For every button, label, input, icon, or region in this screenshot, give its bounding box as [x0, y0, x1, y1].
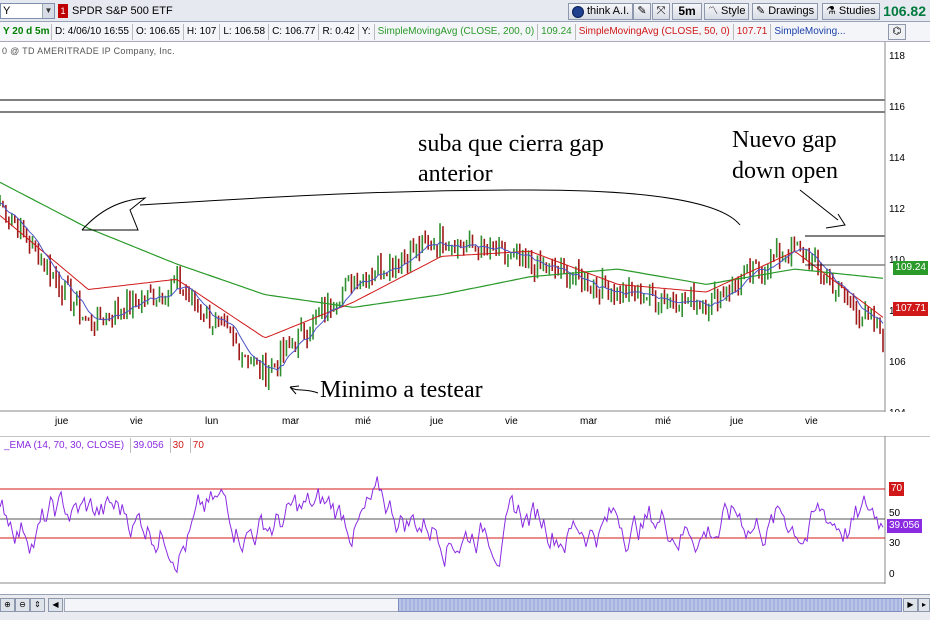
price-axis-tick: 118 [889, 51, 905, 62]
crosshair-tool-button[interactable]: ⤧ [652, 3, 670, 20]
sma50-price-badge: 107.71 [893, 302, 928, 316]
gap-close-arc [139, 189, 741, 226]
time-axis-tick: vie [505, 416, 518, 427]
symbol-dropdown-button[interactable]: ▼ [42, 4, 54, 18]
time-axis: jue vie lun mar mié jue vie mar mié jue vie [0, 412, 885, 434]
annotation-new-gap-1: Nuevo gap [732, 127, 837, 153]
rsi-axis-0: 0 [889, 569, 895, 580]
drawings-label: Drawings [768, 5, 815, 17]
fast-ma-line [0, 202, 884, 371]
rsi-axis-50: 50 [889, 508, 901, 519]
drawings-button[interactable]: ✎ Drawings [752, 3, 819, 20]
bar-low: L: 106.58 [220, 23, 270, 40]
last-price: 106.82 [883, 3, 926, 19]
time-axis-tick: vie [130, 416, 143, 427]
symbol-text: Y [3, 5, 11, 17]
rsi-axis-30: 30 [889, 538, 901, 549]
timeframe-label: 5m [678, 4, 696, 18]
annotation-gap-close-1: suba que cierra gap [418, 131, 604, 157]
price-axis-tick: 104 [889, 408, 906, 412]
scroll-right-button[interactable]: ▶ [903, 598, 918, 612]
sma50-label[interactable]: SimpleMovingAvg (CLOSE, 50, 0) [576, 23, 734, 40]
bar-close: C: 106.77 [269, 23, 320, 40]
price-axis: 118116114112110108106104 [889, 51, 906, 412]
scroll-thumb[interactable] [398, 598, 902, 612]
sma200-label[interactable]: SimpleMovingAvg (CLOSE, 200, 0) [375, 23, 539, 40]
sma200-price-badge: 109.24 [893, 261, 928, 275]
pencil-icon: ✎ [756, 5, 766, 17]
rsi-line [0, 476, 884, 574]
time-axis-tick: jue [730, 416, 744, 427]
sma200-value: 109.24 [538, 23, 576, 40]
time-axis-tick: jue [430, 416, 444, 427]
pencil-icon: ✎ [637, 5, 647, 17]
line-chart-icon: 〽 [708, 6, 718, 17]
zoom-in-button[interactable]: ⊕ [0, 598, 15, 612]
time-axis-tick: jue [55, 416, 69, 427]
bar-open: O: 106.65 [133, 23, 184, 40]
security-name: SPDR S&P 500 ETF [72, 5, 173, 17]
price-axis-tick: 106 [889, 357, 906, 368]
zoom-out-button[interactable]: ⊖ [15, 598, 30, 612]
timeframe-button[interactable]: 5m [672, 3, 702, 20]
period-label[interactable]: Y 20 d 5m [0, 23, 52, 40]
crosshair-icon: ⤧ [656, 5, 666, 17]
price-chart[interactable]: 118116114112110108106104 [0, 42, 930, 412]
minimum-arrow [289, 385, 319, 395]
time-axis-tick: mar [282, 416, 300, 427]
time-axis-tick: lun [205, 416, 219, 427]
annotation-new-gap-2: down open [732, 158, 838, 184]
time-axis-tick: mar [580, 416, 598, 427]
annotation-gap-close-2: anterior [418, 161, 493, 187]
think-ai-label: think A.I. [587, 5, 630, 17]
rsi-value-badge: 39.056 [887, 519, 922, 533]
chart-scrollbar: ⊕ ⊖ ⇕ ◀ ▶ ▸ [0, 594, 930, 620]
drag-zoom-button[interactable]: ⇕ [30, 598, 45, 612]
price-axis-tick: 112 [889, 204, 905, 215]
chart-settings-icon[interactable]: ⌬ [888, 24, 906, 40]
chart-info-row: Y 20 d 5m D: 4/06/10 16:55 O: 106.65 H: … [0, 22, 930, 42]
annotation-minimum: Minimo a testear [320, 377, 483, 403]
price-axis-tick: 114 [889, 153, 905, 164]
rsi-chart[interactable] [0, 436, 930, 584]
thinkorswim-chart-window: Y ▼ 1 SPDR S&P 500 ETF think A.I. ✎ ⤧ 5m… [0, 0, 930, 620]
think-ai-icon [572, 5, 584, 18]
gap-close-arrow [81, 197, 147, 231]
sma50-value: 107.71 [734, 23, 772, 40]
scroll-left-button[interactable]: ◀ [48, 598, 63, 612]
studies-icon: ⚗ [826, 5, 836, 17]
time-axis-tick: mié [355, 416, 372, 427]
sma-more-label[interactable]: SimpleMoving... [771, 24, 848, 40]
time-axis-tick: mié [655, 416, 672, 427]
price-axis-tick: 116 [889, 102, 905, 113]
studies-label: Studies [838, 5, 876, 17]
style-button[interactable]: 〽 Style [704, 3, 750, 20]
sma200-line [0, 181, 884, 308]
chart-toolbar: Y ▼ 1 SPDR S&P 500 ETF think A.I. ✎ ⤧ 5m… [0, 0, 930, 22]
studies-button[interactable]: ⚗ Studies [822, 3, 880, 20]
think-ai-button[interactable]: think A.I. [568, 3, 634, 20]
bar-range: R: 0.42 [319, 23, 359, 40]
link-badge[interactable]: 1 [58, 4, 68, 18]
bar-high: H: 107 [184, 23, 221, 40]
bar-date: D: 4/06/10 16:55 [52, 23, 133, 40]
new-gap-arrow [799, 189, 846, 229]
expand-button[interactable]: ▸ [918, 598, 930, 612]
rsi-axis-70: 70 [889, 482, 905, 496]
style-label: Style [721, 5, 746, 17]
drawing-tool-button[interactable]: ✎ [633, 3, 651, 20]
y-label: Y: [359, 23, 375, 40]
time-axis-tick: vie [805, 416, 818, 427]
